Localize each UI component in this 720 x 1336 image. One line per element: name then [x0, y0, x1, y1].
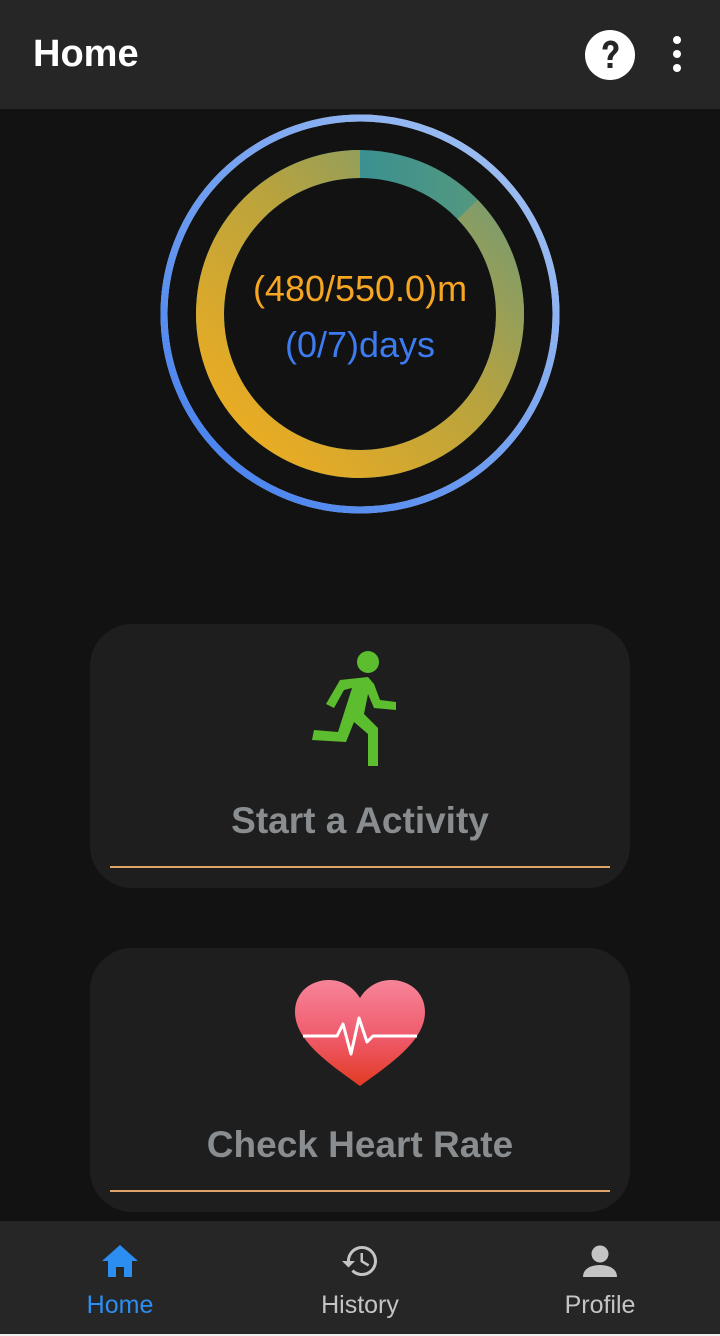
- nav-item-history[interactable]: History: [240, 1221, 480, 1334]
- nav-item-home[interactable]: Home: [0, 1221, 240, 1334]
- card-divider: [110, 866, 610, 868]
- card-divider: [110, 1190, 610, 1192]
- nav-item-profile[interactable]: Profile: [480, 1221, 720, 1334]
- help-button[interactable]: [584, 29, 636, 81]
- nav-label-history: History: [321, 1291, 399, 1319]
- help-circle-icon: [585, 30, 635, 80]
- check-heart-rate-label: Check Heart Rate: [206, 1124, 514, 1165]
- progress-ring-graphic: [160, 114, 560, 514]
- more-vert-icon: [673, 36, 681, 44]
- nav-label-home: Home: [86, 1291, 154, 1319]
- running-person-icon: [312, 651, 396, 766]
- check-heart-rate-card[interactable]: Check Heart Rate: [90, 948, 630, 1212]
- more-vert-icon-dot: [673, 64, 681, 72]
- days-progress-text: (0/7)days: [284, 324, 436, 365]
- progress-rings: (480/550.0)m (0/7)days: [158, 112, 562, 516]
- more-options-button[interactable]: [660, 30, 694, 78]
- start-activity-card[interactable]: Start a Activity: [90, 624, 630, 888]
- more-vert-icon-dot: [673, 50, 681, 58]
- heart-pulse-icon: [295, 980, 425, 1086]
- app-bar: Home: [0, 0, 720, 109]
- nav-label-profile: Profile: [564, 1291, 636, 1319]
- history-icon: [342, 1246, 377, 1276]
- start-activity-label: Start a Activity: [231, 800, 489, 841]
- person-icon: [583, 1245, 617, 1277]
- distance-progress-text: (480/550.0)m: [252, 268, 468, 309]
- page-title: Home: [33, 33, 139, 75]
- home-icon: [102, 1245, 138, 1277]
- bottom-navigation: Home History Profile: [0, 1221, 720, 1336]
